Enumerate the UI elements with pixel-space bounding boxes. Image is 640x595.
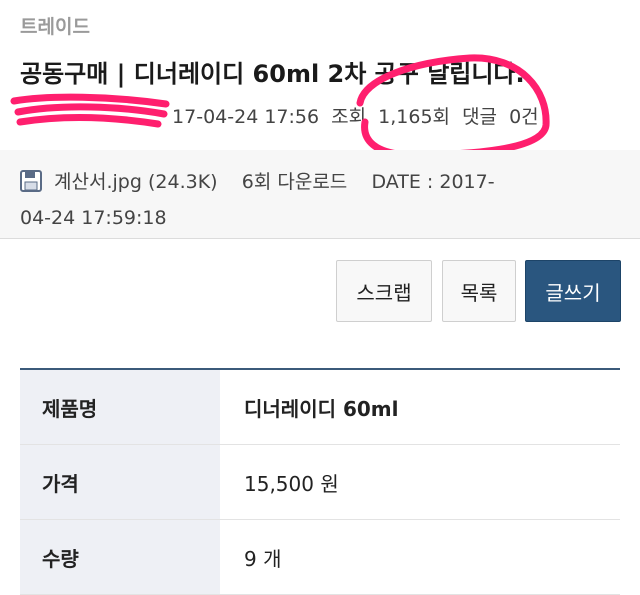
attachment-line: 계산서.jpg (24.3K) 6회 다운로드 DATE : 2017-	[20, 167, 495, 197]
table-row: 제품명 디너레이디 60ml	[20, 370, 620, 445]
divider-attachment	[0, 238, 640, 239]
comments-label: 댓글	[462, 106, 498, 128]
scrap-button[interactable]: 스크랩	[336, 260, 432, 322]
attachment-downloads: 6회 다운로드	[241, 171, 348, 193]
post-meta: 17-04-24 17:56 조회 1,165회 댓글 0건	[20, 102, 545, 129]
attachment-filename[interactable]: 계산서.jpg	[54, 171, 142, 193]
row-label: 수량	[20, 520, 220, 594]
row-label: 가격	[20, 445, 220, 519]
floppy-disk-icon	[20, 170, 42, 197]
row-value: 9 개	[244, 546, 282, 571]
list-button[interactable]: 목록	[442, 260, 516, 322]
attachment-size: (24.3K)	[147, 171, 218, 193]
table-row: 가격 15,500 원	[20, 445, 620, 520]
product-info-table: 제품명 디너레이디 60ml 가격 15,500 원 수량 9 개	[20, 368, 620, 595]
row-value: 디너레이디 60ml	[244, 396, 399, 421]
post-date: 17-04-24 17:56	[172, 106, 320, 128]
views-label: 조회	[331, 106, 367, 128]
table-row: 수량 9 개	[20, 520, 620, 595]
comments-count: 0건	[509, 106, 539, 128]
post-title: 공동구매 | 디너레이디 60ml 2차 공구 날립니다.	[20, 60, 525, 88]
board-category[interactable]: 트레이드	[20, 12, 90, 39]
row-value: 15,500 원	[244, 471, 339, 496]
attachment-date-rest: 04-24 17:59:18	[20, 207, 167, 229]
attachment-date-label: DATE : 2017-	[371, 171, 495, 193]
write-button[interactable]: 글쓰기	[525, 260, 621, 322]
row-label: 제품명	[20, 370, 220, 444]
views-count: 1,165회	[378, 106, 451, 128]
